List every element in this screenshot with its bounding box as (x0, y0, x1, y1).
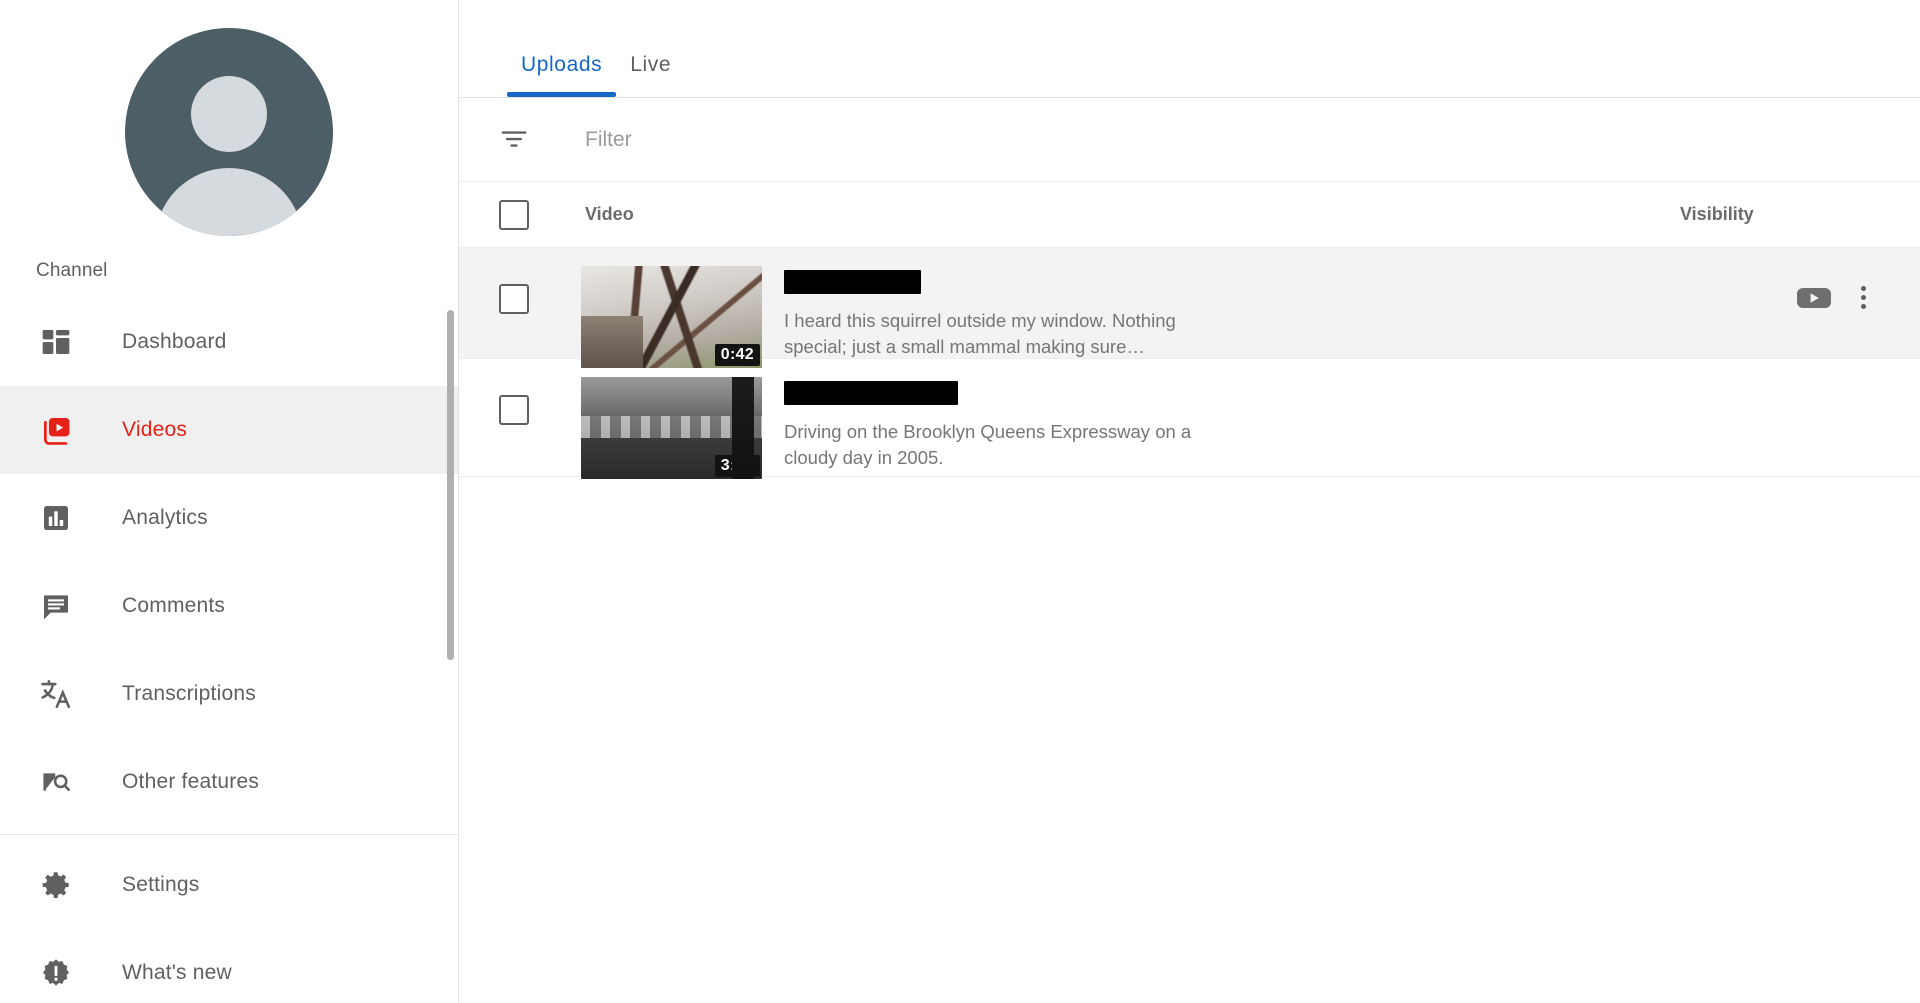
tab-label: Live (630, 53, 672, 76)
sidebar-item-whats-new[interactable]: What's new (0, 929, 458, 1003)
search-input[interactable] (585, 127, 985, 152)
select-all-checkbox[interactable] (499, 199, 529, 230)
youtube-icon[interactable] (1797, 285, 1831, 311)
table-header: Video Visibility Date (459, 182, 1920, 248)
video-duration: 3:53 (714, 455, 760, 477)
sidebar-item-label: Settings (122, 873, 200, 896)
transcriptions-icon (36, 674, 76, 714)
comments-icon (36, 586, 76, 626)
youtube-studio-page: Channel Dashboard Videos Analytics Comme… (0, 0, 1920, 1003)
tab-live[interactable]: Live (616, 53, 685, 97)
filter-icon[interactable] (499, 125, 535, 155)
other-features-icon (36, 762, 76, 802)
videos-icon (36, 410, 76, 450)
video-description: Driving on the Brooklyn Queens Expresswa… (784, 421, 1192, 469)
avatar-head-shape (191, 76, 267, 152)
sidebar-item-videos[interactable]: Videos (0, 386, 458, 474)
sidebar-item-label: Videos (122, 418, 188, 441)
video-title-redacted (784, 270, 921, 294)
sidebar-item-label: Analytics (122, 506, 208, 529)
filter-bar (459, 98, 1920, 182)
row-actions (1797, 282, 1870, 313)
video-thumbnail[interactable]: 3:53 (581, 377, 762, 479)
video-description: I heard this squirrel outside my window.… (784, 310, 1176, 358)
dashboard-icon (36, 322, 76, 362)
sidebar-item-settings[interactable]: Settings (0, 841, 458, 929)
table-row[interactable]: 3:53 Driving on the Brooklyn Queens Expr… (459, 359, 1920, 479)
avatar[interactable] (125, 28, 333, 236)
gear-icon (36, 865, 76, 905)
sidebar-item-label: Other features (122, 770, 260, 793)
sidebar: Channel Dashboard Videos Analytics Comme… (0, 0, 459, 1003)
sidebar-item-label: What's new (122, 961, 232, 984)
sidebar-divider (0, 834, 458, 835)
content-tabs: Uploads Live (459, 0, 1920, 98)
tab-uploads[interactable]: Uploads (507, 53, 617, 97)
video-thumbnail[interactable]: 0:42 (581, 266, 762, 368)
sidebar-item-other-features[interactable]: Other features (0, 738, 458, 826)
video-info: I heard this squirrel outside my window.… (784, 266, 1204, 361)
sidebar-item-label: Dashboard (122, 330, 227, 353)
row-checkbox[interactable] (499, 284, 529, 314)
sidebar-scrollbar[interactable] (447, 310, 454, 660)
table-row[interactable]: 0:42 I heard this squirrel outside my wi… (459, 248, 1920, 368)
sidebar-item-comments[interactable]: Comments (0, 562, 458, 650)
sidebar-section-label: Channel (36, 260, 108, 281)
sidebar-item-label: Comments (122, 594, 226, 617)
sidebar-item-label: Transcriptions (122, 682, 256, 705)
avatar-body-shape (155, 168, 303, 236)
tab-label: Uploads (521, 53, 603, 76)
column-header-video[interactable]: Video (585, 204, 634, 225)
sidebar-item-dashboard[interactable]: Dashboard (0, 298, 458, 386)
video-info: Driving on the Brooklyn Queens Expresswa… (784, 377, 1204, 472)
sidebar-item-analytics[interactable]: Analytics (0, 474, 458, 562)
main-content: Uploads Live Video Visibility Date (459, 0, 1920, 1003)
avatar-container (0, 0, 458, 254)
more-options-icon[interactable] (1857, 282, 1870, 313)
sidebar-item-transcriptions[interactable]: Transcriptions (0, 650, 458, 738)
column-header-visibility[interactable]: Visibility (1680, 204, 1754, 225)
whats-new-icon (36, 953, 76, 993)
analytics-icon (36, 498, 76, 538)
row-checkbox[interactable] (499, 395, 529, 425)
video-title-redacted (784, 381, 958, 405)
